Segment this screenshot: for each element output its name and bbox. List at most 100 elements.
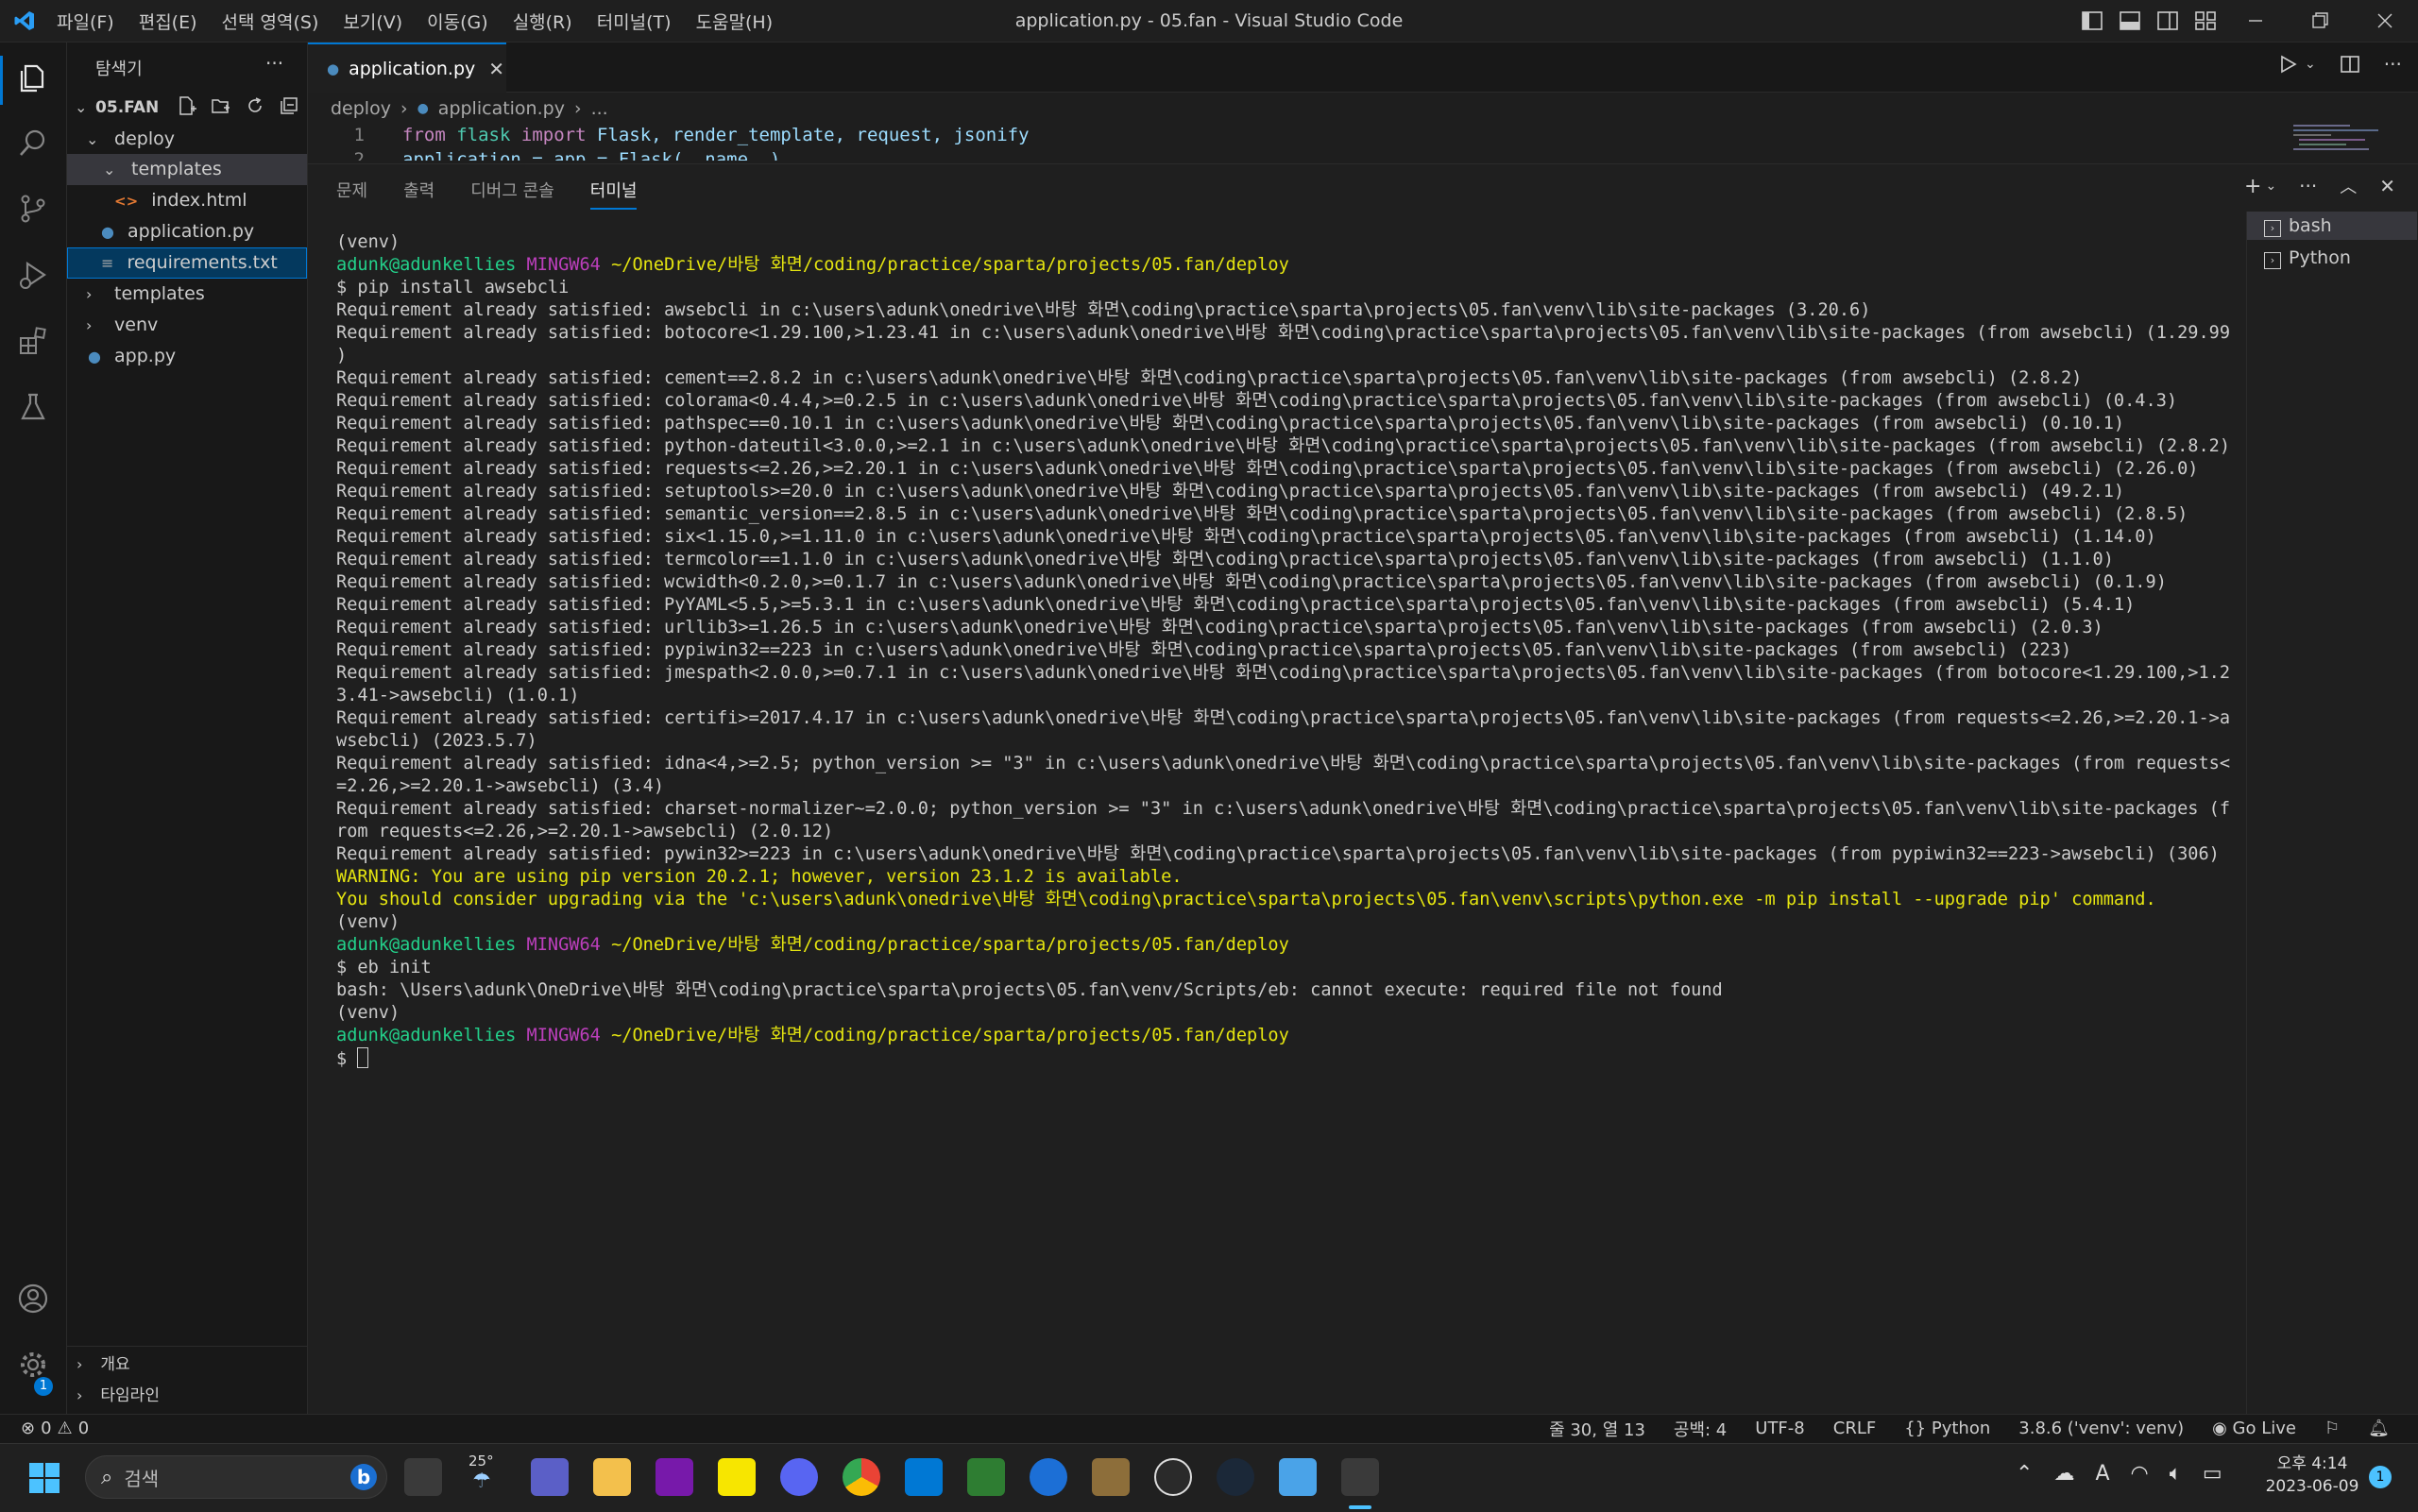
terminal-dropdown-icon[interactable]: ⌄	[2265, 178, 2276, 194]
wifi-icon[interactable]: ◠	[2131, 1462, 2149, 1486]
refresh-icon[interactable]	[245, 95, 265, 116]
cursor-position[interactable]: 줄 30, 열 13	[1549, 1417, 1645, 1441]
ime-icon[interactable]: A	[2095, 1462, 2109, 1486]
more-actions-icon[interactable]: ···	[265, 52, 283, 75]
tree-folder-templates[interactable]: › templates	[67, 279, 307, 310]
compass-app-icon[interactable]	[1154, 1458, 1192, 1496]
new-file-icon[interactable]	[177, 95, 197, 116]
search-icon: ⌕	[101, 1465, 113, 1489]
run-debug-icon[interactable]	[16, 258, 50, 292]
editor-tab-application-py[interactable]: ● application.py ✕	[308, 42, 506, 93]
menu-view[interactable]: 보기(V)	[343, 8, 402, 34]
vscode-taskbar-icon[interactable]	[905, 1458, 943, 1496]
task-view-icon[interactable]	[404, 1458, 442, 1496]
notification-badge[interactable]: 1	[2369, 1466, 2392, 1488]
game-icon[interactable]	[1092, 1458, 1130, 1496]
accounts-icon[interactable]	[16, 1282, 50, 1316]
tab-output[interactable]: 출력	[403, 178, 434, 202]
terminal-input-line[interactable]: $	[336, 1047, 2225, 1071]
tab-terminal[interactable]: 터미널	[589, 178, 638, 210]
terminal-item-python[interactable]: › Python	[2247, 244, 2417, 272]
tree-file-application-py[interactable]: ● application.py	[67, 216, 307, 247]
tree-folder-templates-deploy[interactable]: ⌄ templates	[67, 154, 307, 185]
new-terminal-plus-icon[interactable]: +	[2244, 175, 2261, 198]
menu-terminal[interactable]: 터미널(T)	[597, 8, 672, 34]
feedback-icon[interactable]: ⚐	[2324, 1419, 2340, 1438]
tree-file-app-py[interactable]: ● app.py	[67, 341, 307, 372]
menu-selection[interactable]: 선택 영역(S)	[222, 8, 319, 34]
notepad-icon[interactable]	[1279, 1458, 1317, 1496]
tab-problems[interactable]: 문제	[336, 178, 367, 202]
teams-icon[interactable]	[531, 1458, 569, 1496]
source-control-icon[interactable]	[16, 192, 50, 226]
run-dropdown-icon[interactable]: ⌄	[2305, 57, 2316, 72]
steam-icon[interactable]	[1217, 1458, 1254, 1496]
problems-status[interactable]: ⊗ 0 ⚠ 0	[21, 1414, 89, 1443]
explorer-icon[interactable]	[16, 61, 50, 95]
kakaotalk-icon[interactable]	[718, 1458, 756, 1496]
volume-icon[interactable]: 🔈︎	[2170, 1462, 2182, 1486]
customize-layout-icon[interactable]	[2193, 8, 2218, 33]
weather-temp[interactable]: 25°	[468, 1453, 494, 1470]
toggle-panel-icon[interactable]	[2118, 8, 2142, 33]
run-python-icon[interactable]	[2276, 53, 2299, 76]
testing-icon[interactable]	[16, 390, 50, 424]
app-icon[interactable]	[1030, 1458, 1067, 1496]
minimize-icon[interactable]	[2243, 8, 2268, 33]
close-tab-icon[interactable]: ✕	[488, 58, 504, 80]
tab-debug-console[interactable]: 디버그 콘솔	[470, 178, 554, 202]
end-of-line[interactable]: CRLF	[1833, 1419, 1876, 1438]
encoding[interactable]: UTF-8	[1755, 1419, 1804, 1438]
notifications-bell-icon[interactable]: 🔔︎	[2368, 1419, 2390, 1438]
close-window-icon[interactable]	[2373, 8, 2397, 33]
python-interpreter[interactable]: 3.8.6 ('venv': venv)	[2018, 1419, 2184, 1438]
weather-umbrella-icon[interactable]: ☂	[472, 1470, 491, 1493]
tree-file-requirements-txt[interactable]: ≡ requirements.txt	[67, 247, 307, 279]
more-actions-icon[interactable]: ···	[2384, 53, 2402, 76]
tray-chevron-up-icon[interactable]: ⌃	[2016, 1462, 2033, 1486]
outline-section[interactable]: › 개요	[67, 1349, 307, 1380]
battery-icon[interactable]: ▭	[2203, 1462, 2222, 1486]
extensions-icon[interactable]	[16, 324, 50, 358]
tree-file-index-html[interactable]: <> index.html	[67, 185, 307, 216]
new-folder-icon[interactable]	[211, 95, 231, 116]
search-icon[interactable]	[16, 126, 50, 160]
menu-run[interactable]: 실행(R)	[513, 8, 572, 34]
breadcrumb-item[interactable]: ...	[591, 94, 608, 123]
more-actions-icon[interactable]: ···	[2299, 175, 2317, 197]
file-explorer-icon[interactable]	[593, 1458, 631, 1496]
timeline-section[interactable]: › 타임라인	[67, 1380, 307, 1411]
breadcrumb-item[interactable]: application.py	[438, 94, 565, 123]
split-editor-icon[interactable]	[2339, 53, 2361, 76]
go-live[interactable]: ◉ Go Live	[2212, 1419, 2296, 1438]
minimap[interactable]	[2286, 121, 2409, 159]
discord-icon[interactable]	[780, 1458, 818, 1496]
close-panel-icon[interactable]: ✕	[2379, 175, 2395, 197]
maximize-panel-chevron-up-icon[interactable]: ︿	[2340, 174, 2357, 198]
minecraft-icon[interactable]	[967, 1458, 1005, 1496]
breadcrumb-item[interactable]: deploy	[331, 94, 391, 123]
prompt-path: ~/OneDrive/바탕 화면/coding/practice/sparta/…	[611, 935, 1289, 955]
snipping-tool-icon[interactable]	[1341, 1458, 1379, 1496]
onedrive-cloud-icon[interactable]: ☁	[2053, 1462, 2074, 1486]
menu-go[interactable]: 이동(G)	[427, 8, 488, 34]
indentation[interactable]: 공백: 4	[1674, 1417, 1727, 1441]
onenote-icon[interactable]	[656, 1458, 693, 1496]
tree-folder-venv[interactable]: › venv	[67, 310, 307, 341]
clock[interactable]: 오후 4:14 2023-06-09	[2265, 1453, 2359, 1498]
menu-file[interactable]: 파일(F)	[57, 8, 114, 34]
terminal-output[interactable]: (venv) adunk@adunkellies MINGW64 ~/OneDri…	[336, 231, 2230, 1071]
restore-icon[interactable]	[2307, 8, 2332, 33]
terminal-item-bash[interactable]: › bash	[2247, 212, 2417, 240]
toggle-secondary-sidebar-icon[interactable]	[2155, 8, 2180, 33]
tree-folder-deploy[interactable]: ⌄ deploy	[67, 124, 307, 155]
menu-edit[interactable]: 편집(E)	[139, 8, 197, 34]
taskbar-search[interactable]: ⌕ 검색 b	[85, 1455, 387, 1499]
chrome-icon[interactable]	[843, 1458, 880, 1496]
toggle-sidebar-icon[interactable]	[2080, 8, 2104, 33]
language-mode[interactable]: {} Python	[1904, 1419, 1990, 1438]
windows-start-icon[interactable]	[28, 1462, 60, 1494]
menu-help[interactable]: 도움말(H)	[696, 8, 774, 34]
code-editor[interactable]: 1 from flask import Flask, render_templat…	[308, 123, 2291, 161]
collapse-all-icon[interactable]	[279, 95, 299, 116]
